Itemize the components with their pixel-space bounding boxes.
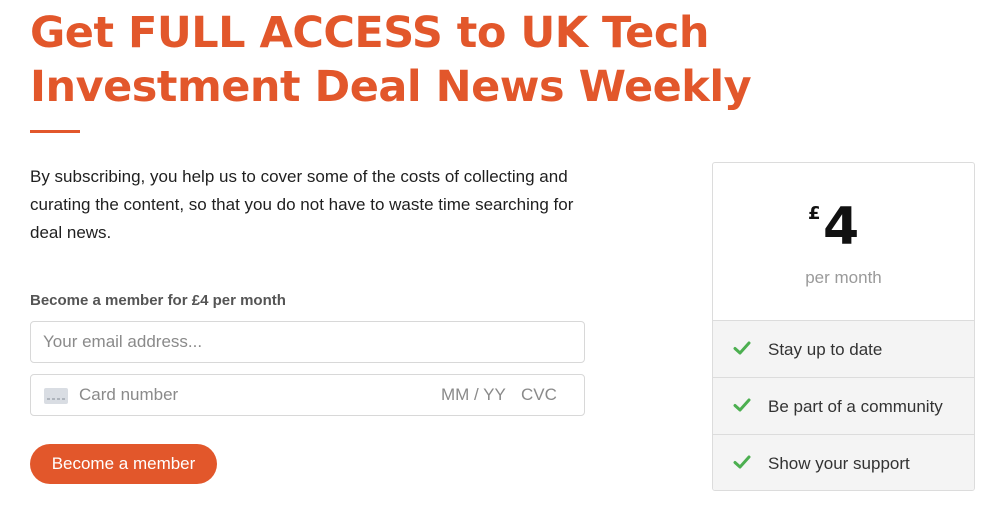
credit-card-icon bbox=[44, 388, 68, 404]
feature-label: Stay up to date bbox=[768, 340, 883, 359]
check-icon bbox=[733, 455, 751, 469]
email-field[interactable] bbox=[30, 321, 585, 363]
price-amount: 4 bbox=[823, 197, 860, 257]
form-label: Become a member for £4 per month bbox=[30, 292, 286, 309]
check-icon bbox=[733, 341, 751, 355]
page-title: Get FULL ACCESS to UK Tech Investment De… bbox=[30, 8, 752, 112]
become-member-button[interactable]: Become a member bbox=[30, 444, 217, 484]
check-icon bbox=[733, 398, 751, 412]
price-header: £ 4 per month bbox=[713, 163, 974, 320]
card-input[interactable]: Card number MM / YY CVC bbox=[30, 374, 585, 416]
feature-item: Show your support bbox=[713, 434, 974, 490]
feature-item: Stay up to date bbox=[713, 320, 974, 377]
feature-label: Show your support bbox=[768, 454, 910, 473]
title-underline bbox=[30, 130, 80, 133]
card-number-placeholder[interactable]: Card number bbox=[79, 385, 178, 405]
price-period: per month bbox=[805, 268, 882, 287]
card-cvc-placeholder[interactable]: CVC bbox=[521, 385, 557, 405]
currency-symbol: £ bbox=[808, 203, 821, 224]
pricing-card: £ 4 per month Stay up to date Be part of… bbox=[712, 162, 975, 491]
card-expiry-placeholder[interactable]: MM / YY bbox=[441, 385, 506, 405]
feature-item: Be part of a community bbox=[713, 377, 974, 434]
feature-label: Be part of a community bbox=[768, 397, 943, 416]
intro-text: By subscribing, you help us to cover som… bbox=[30, 167, 574, 242]
